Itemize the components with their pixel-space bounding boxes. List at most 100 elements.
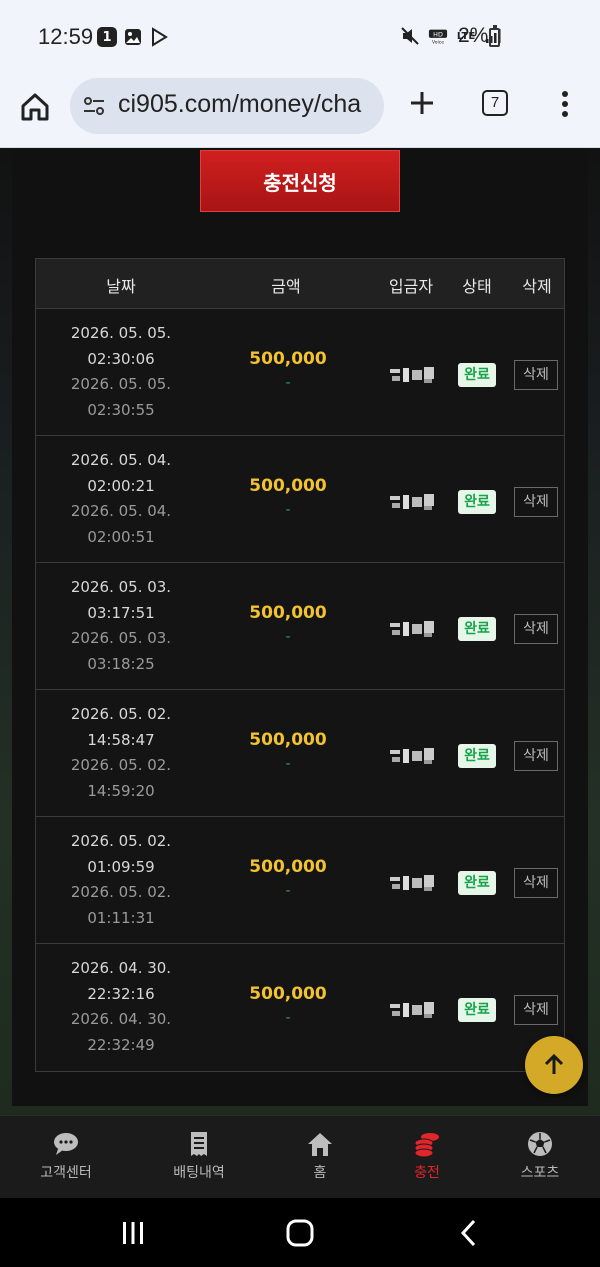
status-badge: 완료 xyxy=(458,363,496,387)
bonus-dash: - xyxy=(285,883,291,899)
delete-button[interactable]: 삭제 xyxy=(514,995,558,1025)
nav-home[interactable]: 홈 xyxy=(260,1116,380,1199)
browser-home-icon[interactable] xyxy=(18,90,52,124)
nav-label: 충전 xyxy=(414,1165,440,1181)
request-time: 03:17:51 xyxy=(87,603,155,622)
gallery-icon xyxy=(123,27,143,47)
nav-customer-center[interactable]: 고객센터 xyxy=(6,1116,126,1199)
bonus-dash: - xyxy=(285,1010,291,1026)
status-badge: 완료 xyxy=(458,490,496,514)
scroll-to-top-button[interactable] xyxy=(525,1036,583,1094)
tab-switcher-button[interactable]: 7 xyxy=(482,90,508,116)
nav-sports[interactable]: 스포츠 xyxy=(480,1116,600,1199)
table-row: 2026. 05. 03. 03:17:51 2026. 05. 03. 03:18… xyxy=(36,563,564,690)
address-bar[interactable]: ci905.com/money/cha xyxy=(70,78,384,134)
request-time: 22:32:16 xyxy=(87,984,155,1003)
bonus-dash: - xyxy=(285,375,291,391)
status-bar: 12:59 1 HD Voice LTE 2% xyxy=(0,0,600,74)
new-tab-icon[interactable] xyxy=(408,89,436,117)
nav-betting-history[interactable]: 배팅내역 xyxy=(139,1116,259,1199)
charge-history-table: 날짜 금액 입금자 상태 삭제 2026. 05. 05. 02:30:06 20… xyxy=(35,258,565,1072)
request-time: 02:30:06 xyxy=(87,349,155,368)
receipt-icon xyxy=(191,1132,207,1156)
table-row: 2026. 05. 02. 01:09:59 2026. 05. 02. 01:11… xyxy=(36,817,564,944)
charge-request-button[interactable]: 충전신청 xyxy=(200,150,400,212)
request-date: 2026. 05. 02. xyxy=(70,705,172,723)
delete-button[interactable]: 삭제 xyxy=(514,868,558,898)
processed-time: 14:59:20 xyxy=(87,781,155,800)
bonus-dash: - xyxy=(285,629,291,645)
back-icon[interactable] xyxy=(455,1218,485,1248)
processed-time: 03:18:25 xyxy=(87,654,155,673)
amount: 500,000 xyxy=(249,857,327,877)
table-row: 2026. 05. 04. 02:00:21 2026. 05. 04. 02:00… xyxy=(36,436,564,563)
arrow-up-icon xyxy=(544,1053,564,1074)
status-badge: 완료 xyxy=(458,871,496,895)
request-date: 2026. 05. 04. xyxy=(70,451,172,469)
header-status: 상태 xyxy=(462,277,492,296)
processed-time: 22:32:49 xyxy=(87,1035,155,1054)
header-date: 날짜 xyxy=(106,277,136,296)
browser-toolbar: ci905.com/money/cha 7 xyxy=(0,74,600,148)
depositor-blurred-icon xyxy=(390,748,434,764)
notification-icons: 1 xyxy=(97,27,169,47)
table-row: 2026. 05. 05. 02:30:06 2026. 05. 05. 02:30… xyxy=(36,309,564,436)
request-date: 2026. 05. 03. xyxy=(70,578,172,596)
system-home-icon[interactable] xyxy=(285,1218,315,1248)
amount: 500,000 xyxy=(249,984,327,1004)
depositor-blurred-icon xyxy=(390,875,434,891)
header-depositor: 입금자 xyxy=(388,277,434,296)
delete-button[interactable]: 삭제 xyxy=(514,360,558,390)
processed-time: 02:00:51 xyxy=(87,527,155,546)
delete-button[interactable]: 삭제 xyxy=(514,487,558,517)
depositor-blurred-icon xyxy=(390,367,434,383)
table-row: 2026. 04. 30. 22:32:16 2026. 04. 30. 22:32… xyxy=(36,944,564,1071)
site-settings-icon[interactable] xyxy=(82,94,106,118)
bottom-navigation: 고객센터 배팅내역 홈 충전 스포츠 xyxy=(0,1115,600,1198)
table-header: 날짜 금액 입금자 상태 삭제 xyxy=(36,259,564,309)
url-text[interactable]: ci905.com/money/cha xyxy=(118,90,361,119)
nav-label: 고객센터 xyxy=(40,1165,92,1181)
bonus-dash: - xyxy=(285,502,291,518)
processed-date: 2026. 05. 04. xyxy=(70,502,172,520)
coins-icon xyxy=(414,1133,439,1158)
request-time: 14:58:47 xyxy=(87,730,155,749)
svg-text:Voice: Voice xyxy=(432,39,444,45)
play-store-icon xyxy=(149,27,169,47)
bonus-dash: - xyxy=(285,756,291,772)
status-badge: 완료 xyxy=(458,744,496,768)
recent-apps-icon[interactable] xyxy=(118,1218,148,1248)
request-time: 01:09:59 xyxy=(87,857,155,876)
nav-label: 스포츠 xyxy=(520,1165,560,1181)
hd-voice-icon: HD Voice xyxy=(428,26,448,46)
notification-count-icon: 1 xyxy=(97,27,117,47)
battery-text: 2% xyxy=(458,24,489,47)
system-navigation-bar xyxy=(0,1198,600,1267)
request-date: 2026. 05. 02. xyxy=(70,832,172,850)
amount: 500,000 xyxy=(249,476,327,496)
request-time: 02:00:21 xyxy=(87,476,155,495)
nav-label: 배팅내역 xyxy=(173,1165,225,1181)
processed-date: 2026. 04. 30. xyxy=(70,1010,172,1028)
amount: 500,000 xyxy=(249,603,327,623)
amount: 500,000 xyxy=(249,349,327,369)
processed-date: 2026. 05. 02. xyxy=(70,883,172,901)
nav-charge[interactable]: 충전 xyxy=(367,1116,487,1199)
header-delete: 삭제 xyxy=(522,277,552,296)
status-time: 12:59 xyxy=(38,24,94,49)
depositor-blurred-icon xyxy=(390,621,434,637)
nav-label: 홈 xyxy=(313,1165,327,1181)
mute-icon xyxy=(400,26,420,46)
home-icon xyxy=(308,1133,332,1156)
delete-button[interactable]: 삭제 xyxy=(514,614,558,644)
browser-menu-icon[interactable] xyxy=(560,90,570,118)
processed-date: 2026. 05. 03. xyxy=(70,629,172,647)
request-date: 2026. 05. 05. xyxy=(70,324,172,342)
delete-button[interactable]: 삭제 xyxy=(514,741,558,771)
table-row: 2026. 05. 02. 14:58:47 2026. 05. 02. 14:59… xyxy=(36,690,564,817)
soccer-ball-icon xyxy=(528,1132,552,1156)
battery-icon xyxy=(489,25,500,47)
processed-date: 2026. 05. 02. xyxy=(70,756,172,774)
amount: 500,000 xyxy=(249,730,327,750)
status-badge: 완료 xyxy=(458,617,496,641)
